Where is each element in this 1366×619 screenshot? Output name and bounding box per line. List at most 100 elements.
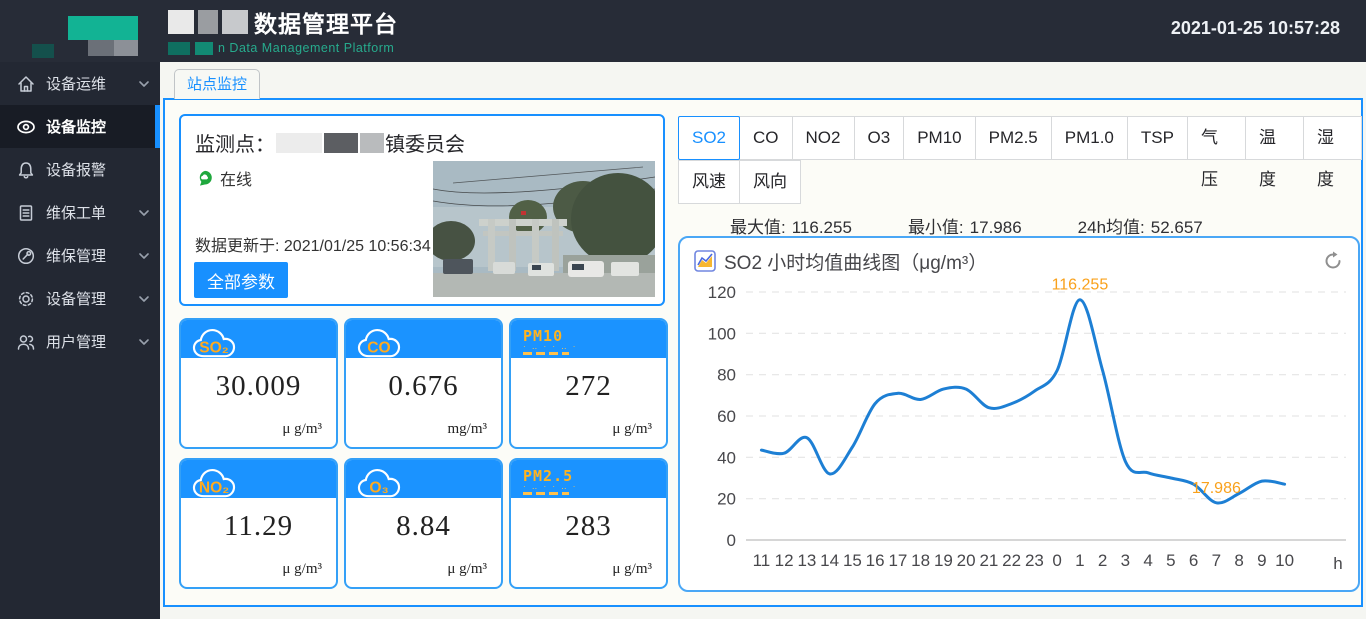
app-title-block: 数据管理平台 n Data Management Platform [168,6,398,57]
stats-row: 最大值:116.255最小值:17.98624h均值:52.657 [730,213,1203,238]
sidebar-item-label: 设备报警 [46,159,106,180]
param-tab-label: 湿度 [1317,128,1334,189]
svg-text:0: 0 [1052,551,1061,570]
param-tab-PM10[interactable]: PM10 [903,116,975,160]
param-tab-label: 温度 [1259,128,1276,189]
param-unit: mg/m³ [448,421,488,438]
param-tab-label: 风向 [753,172,787,191]
stat-value: 52.657 [1151,218,1203,237]
param-tab-PM1.0[interactable]: PM1.0 [1051,116,1128,160]
chevron-down-icon [138,80,150,88]
redacted-block [276,133,322,153]
param-tab-label: PM2.5 [989,128,1038,147]
param-tab-NO2[interactable]: NO2 [792,116,855,160]
svg-text:16: 16 [866,551,885,570]
sidebar-item-label: 设备管理 [46,288,106,309]
svg-text:4: 4 [1143,551,1152,570]
cloud-icon: CO [354,325,410,361]
refresh-icon[interactable] [1322,250,1344,272]
chart-title-row: SO2 小时均值曲线图（μg/m³） [694,248,1344,274]
param-tab-气压[interactable]: 气压 [1187,116,1246,160]
gear-icon [16,289,36,309]
svg-text:60: 60 [717,407,736,426]
sidebar-item-maintenance-orders[interactable]: 维保工单 [0,191,160,234]
param-value: 0.676 [346,370,501,403]
station-name: 镇委员会 [385,128,465,157]
sidebar-item-label: 设备运维 [46,73,106,94]
sidebar-item-device-mgmt[interactable]: 设备管理 [0,277,160,320]
sidebar-menu: 设备运维设备监控设备报警维保工单维保管理设备管理用户管理 [0,62,160,619]
param-tab-label: NO2 [806,128,841,147]
param-label: NO₂ [199,480,229,497]
svg-text:17: 17 [888,551,907,570]
stat-item: 最大值:116.255 [730,213,852,238]
station-photo-image [433,161,655,297]
so2-line-chart: 0204060801001201112131415161718192021222… [680,276,1354,588]
svg-text:40: 40 [717,448,736,467]
svg-text:100: 100 [708,324,736,343]
param-card: PM10 · ‥ · · ‥ · 272μ g/m³ [509,318,668,449]
chevron-down-icon [138,252,150,260]
sidebar-item-label: 设备监控 [46,116,106,137]
status-text: 在线 [220,166,252,190]
svg-text:6: 6 [1189,551,1198,570]
header-datetime: 2021-01-25 10:57:28 [1171,18,1340,39]
bell-icon [16,160,36,180]
cloud-icon: NO₂ [189,465,245,501]
svg-text:2: 2 [1098,551,1107,570]
sidebar-item-device-ops[interactable]: 设备运维 [0,62,160,105]
svg-text:80: 80 [717,366,736,385]
svg-text:10: 10 [1275,551,1294,570]
param-card-header: SO₂ [181,320,336,358]
param-card: O₃8.84μ g/m³ [344,458,503,589]
redacted-block [68,16,138,40]
svg-text:0: 0 [727,531,736,550]
chevron-down-icon [138,338,150,346]
param-tab-CO[interactable]: CO [739,116,793,160]
app-header: 数据管理平台 n Data Management Platform 2021-0… [0,0,1366,62]
app-logo [10,4,170,58]
param-tab-label: TSP [1141,128,1174,147]
badge-wrench-icon [16,246,36,266]
param-tab-风向[interactable]: 风向 [739,160,801,204]
param-label: O₃ [369,480,388,497]
svg-text:14: 14 [820,551,839,570]
param-card: CO 0.676 mg/m³ [344,318,503,449]
param-tab-label: 气压 [1201,128,1218,189]
redacted-block [168,42,190,55]
tab-station-monitor[interactable]: 站点监控 [174,69,260,99]
param-tab-PM2.5[interactable]: PM2.5 [975,116,1052,160]
svg-text:120: 120 [708,283,736,302]
home-icon [16,74,36,94]
param-tab-湿度[interactable]: 湿度 [1303,116,1362,160]
stat-label: 最大值: [730,218,786,237]
param-value: 30.009 [181,370,336,403]
pm-icon: PM10 · ‥ · · ‥ · [519,326,577,358]
users-icon [16,332,36,352]
online-status-icon [197,170,213,186]
sidebar-item-device-monitor[interactable]: 设备监控 [0,105,160,148]
svg-text:13: 13 [797,551,816,570]
param-tabs-row2: 风速 风向 [678,160,800,204]
param-tab-O3[interactable]: O3 [854,116,905,160]
param-value: 8.84 [346,510,501,543]
all-params-button[interactable]: 全部参数 [194,262,288,298]
sidebar-item-device-alarm[interactable]: 设备报警 [0,148,160,191]
param-unit: μ g/m³ [612,421,652,438]
station-title: 监测点： 镇委员会 [195,128,465,157]
param-tab-TSP[interactable]: TSP [1127,116,1188,160]
svg-text:20: 20 [957,551,976,570]
svg-text:3: 3 [1121,551,1130,570]
sidebar-item-label: 用户管理 [46,331,106,352]
sidebar-item-label: 维保工单 [46,202,106,223]
sidebar-item-user-mgmt[interactable]: 用户管理 [0,320,160,363]
eye-icon [16,117,36,137]
param-tab-SO2[interactable]: SO2 [678,116,740,160]
sidebar-item-maintenance-mgmt[interactable]: 维保管理 [0,234,160,277]
redacted-block [324,133,358,153]
param-tab-温度[interactable]: 温度 [1245,116,1304,160]
app-subtitle: n Data Management Platform [218,41,394,55]
param-tab-风速[interactable]: 风速 [678,160,740,204]
cloud-icon: O₃ [354,465,410,501]
param-tab-label: 风速 [692,172,726,191]
